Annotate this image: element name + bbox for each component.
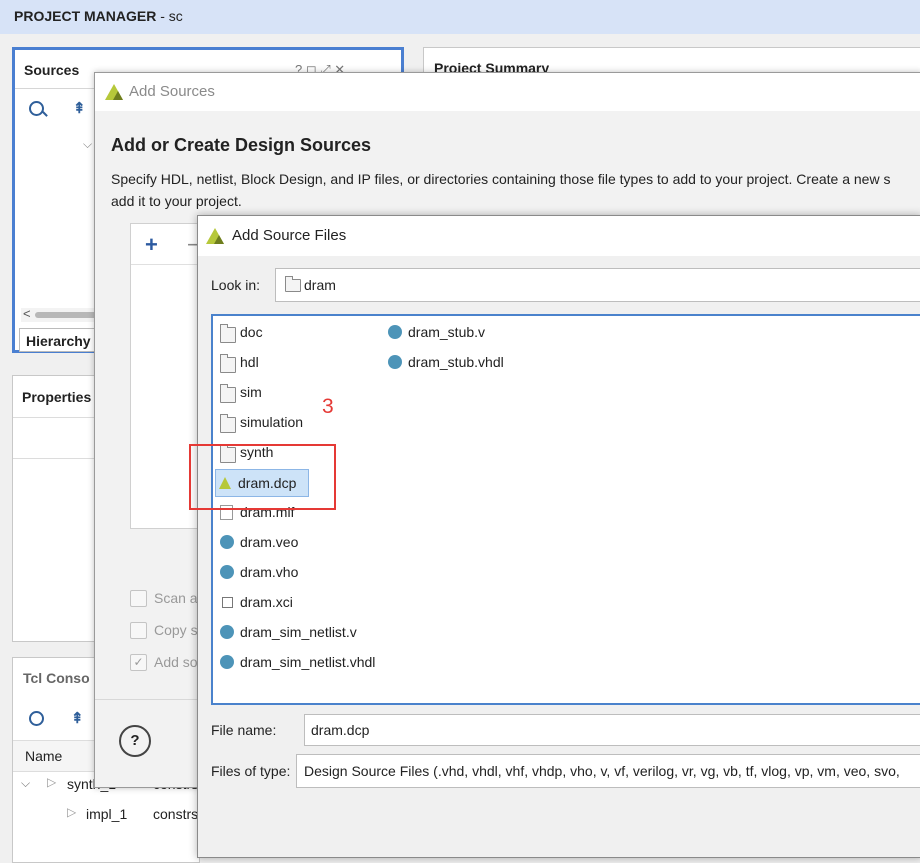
hdl-file-icon [388, 325, 402, 339]
add-sources-heading: Add or Create Design Sources [111, 135, 372, 155]
run-name: impl_1 [86, 806, 128, 822]
run-play-icon: ▷ [67, 805, 77, 819]
search-icon[interactable] [29, 101, 44, 116]
collapse-all-icon[interactable]: ⇞ [73, 99, 86, 117]
files-of-type-label: Files of type: [211, 763, 291, 779]
tab-hierarchy-label: Hierarchy [26, 333, 91, 349]
hdl-file-icon [388, 355, 402, 369]
annotation-highlight-box [189, 444, 336, 510]
list-item[interactable]: dram_stub.vhdl [388, 351, 538, 373]
file-name: dram_stub.v [408, 324, 486, 340]
file-name: simulation [240, 414, 304, 430]
properties-divider-2 [13, 458, 103, 459]
file-name: sim [240, 384, 262, 400]
option-copy-label: Copy s [154, 622, 198, 638]
expand-chevron-icon[interactable]: ⌵ [21, 776, 30, 791]
run-play-icon: ▷ [47, 775, 57, 789]
annotation-step-number: 3 [322, 395, 334, 418]
search-icon[interactable] [29, 711, 44, 726]
vivado-logo-icon [206, 226, 226, 246]
file-name: dram_sim_netlist.v [240, 624, 357, 640]
file-name-input[interactable]: dram.dcp [304, 714, 920, 746]
hdl-file-icon [220, 535, 234, 549]
file-name: doc [240, 324, 263, 340]
hdl-file-icon [220, 625, 234, 639]
vivado-logo-icon [105, 82, 125, 102]
scroll-left-arrow[interactable]: < [23, 306, 31, 321]
file-name-value: dram.dcp [311, 722, 370, 738]
header-title: PROJECT MANAGER - sc [14, 8, 183, 24]
option-scan-label: Scan a [154, 590, 198, 606]
tree-chevron-icon[interactable]: ⌵ [83, 137, 92, 152]
list-item[interactable]: dram.veo [220, 531, 370, 553]
add-sources-description: Specify HDL, netlist, Block Design, and … [111, 168, 890, 212]
help-button[interactable]: ? [119, 725, 151, 757]
add-sources-titlebar: Add Sources [95, 73, 920, 111]
folder-icon [220, 414, 236, 433]
file-name: dram_stub.vhdl [408, 354, 504, 370]
look-in-value: dram [304, 277, 336, 293]
ip-core-icon [222, 597, 233, 608]
list-item[interactable]: simulation [220, 411, 370, 433]
column-name-header: Name [25, 748, 63, 764]
option-add-checkbox[interactable]: ✓ [130, 654, 147, 671]
table-row[interactable]: ▷ impl_1 constrs [13, 802, 199, 828]
tcl-console-title: Tcl Conso [23, 670, 90, 686]
option-copy-checkbox[interactable] [130, 622, 147, 639]
header-title-project: - sc [156, 8, 183, 24]
properties-panel: Properties [12, 375, 104, 642]
add-files-button[interactable]: + [145, 232, 158, 258]
files-of-type-dropdown[interactable]: Design Source Files (.vhd, vhdl, vhf, vh… [296, 754, 920, 788]
list-item[interactable]: dram.xci [220, 591, 370, 613]
list-item[interactable]: hdl [220, 351, 370, 373]
add-sources-window-title: Add Sources [129, 83, 215, 100]
add-source-files-window-title: Add Source Files [232, 227, 347, 244]
list-item[interactable]: doc [220, 321, 370, 343]
folder-icon [220, 324, 236, 343]
folder-icon [285, 276, 301, 292]
look-in-label: Look in: [211, 277, 261, 293]
tab-hierarchy[interactable]: Hierarchy [19, 328, 99, 352]
hdl-file-icon [220, 565, 234, 579]
search-icon-handle [42, 111, 48, 117]
list-item[interactable]: dram_sim_netlist.v [220, 621, 390, 643]
properties-divider [13, 417, 103, 418]
file-name: dram.vho [240, 564, 299, 580]
option-scan-checkbox[interactable] [130, 590, 147, 607]
option-add-label: Add so [154, 654, 198, 670]
list-item[interactable]: sim [220, 381, 370, 403]
look-in-dropdown[interactable]: dram [275, 268, 920, 302]
list-item[interactable]: dram_sim_netlist.vhdl [220, 651, 390, 673]
files-of-type-value: Design Source Files (.vhd, vhdl, vhf, vh… [304, 763, 900, 779]
file-name: hdl [240, 354, 259, 370]
scroll-thumb[interactable] [35, 312, 97, 318]
add-source-files-dialog: Add Source Files Look in: dram doc hdl s… [197, 215, 920, 858]
collapse-all-icon[interactable]: ⇞ [71, 709, 84, 727]
list-item[interactable]: dram_stub.v [388, 321, 538, 343]
folder-icon [220, 354, 236, 373]
header-title-bold: PROJECT MANAGER [14, 8, 157, 24]
description-line-2: add it to your project. [111, 193, 242, 209]
file-name: dram_sim_netlist.vhdl [240, 654, 376, 670]
description-line-1: Specify HDL, netlist, Block Design, and … [111, 171, 891, 187]
file-name: dram.veo [240, 534, 299, 550]
list-item[interactable]: dram.vho [220, 561, 370, 583]
project-manager-header: PROJECT MANAGER - sc [0, 0, 920, 34]
file-name-label: File name: [211, 722, 277, 738]
add-source-files-titlebar: Add Source Files [198, 216, 920, 256]
properties-title: Properties [22, 389, 92, 405]
sources-panel-title: Sources [24, 62, 80, 78]
folder-icon [220, 384, 236, 403]
file-name: dram.xci [240, 594, 293, 610]
run-constraint: constrs [153, 806, 199, 822]
hdl-file-icon [220, 655, 234, 669]
